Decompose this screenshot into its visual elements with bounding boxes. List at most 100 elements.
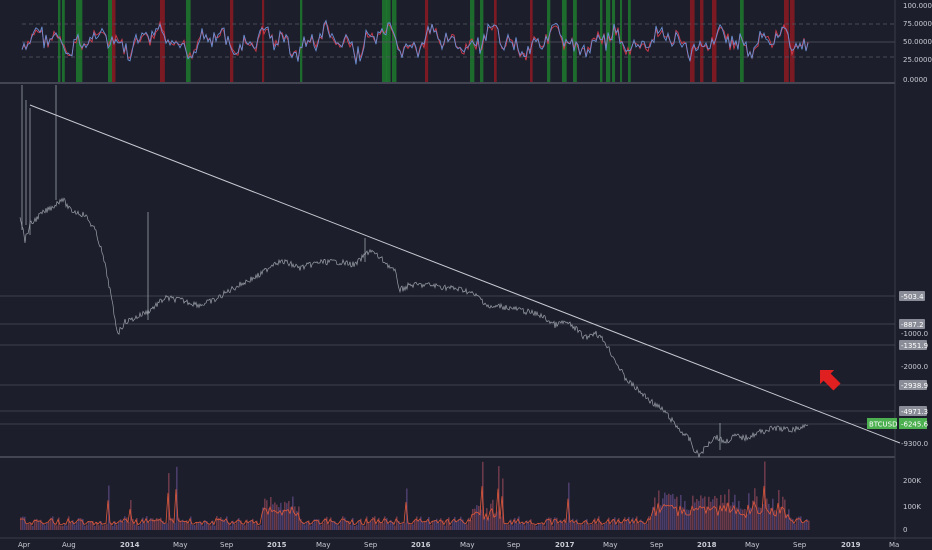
volume-bar bbox=[756, 496, 758, 530]
volume-bar bbox=[698, 500, 700, 530]
volume-bar bbox=[664, 492, 666, 530]
volume-bar bbox=[464, 523, 466, 530]
volume-bar bbox=[574, 522, 576, 530]
volume-bar bbox=[634, 523, 636, 530]
time-label-may-2017: May bbox=[603, 541, 617, 549]
volume-bar bbox=[70, 522, 72, 530]
volume-bar bbox=[84, 525, 86, 530]
volume-bar bbox=[306, 522, 308, 530]
volume-bar bbox=[234, 524, 236, 530]
volume-bar bbox=[724, 494, 726, 530]
volume-bar bbox=[350, 524, 352, 530]
volume-bar bbox=[236, 521, 238, 530]
volume-bar bbox=[558, 523, 560, 530]
volume-bar bbox=[138, 525, 140, 530]
volume-scale-0: 0 bbox=[903, 526, 907, 534]
oscillator-band bbox=[700, 0, 704, 82]
volume-bar bbox=[332, 521, 334, 530]
volume-bar bbox=[146, 516, 148, 530]
volume-bar bbox=[44, 525, 46, 530]
volume-bar bbox=[626, 519, 628, 530]
volume-bar bbox=[266, 500, 268, 530]
time-label-may-2014: May bbox=[173, 541, 187, 549]
volume-bar bbox=[394, 525, 396, 530]
volume-bar bbox=[758, 507, 760, 530]
volume-bar bbox=[540, 524, 542, 530]
volume-scale-100k: 100K bbox=[903, 503, 921, 511]
volume-bar bbox=[274, 502, 276, 530]
volume-bar bbox=[644, 523, 646, 530]
oscillator-band bbox=[573, 0, 577, 82]
volume-bar bbox=[74, 524, 76, 530]
volume-bar bbox=[646, 523, 648, 530]
time-label-2015: 2015 bbox=[267, 541, 287, 549]
volume-bar bbox=[384, 516, 386, 530]
volume-bar bbox=[166, 523, 168, 530]
volume-bar bbox=[358, 520, 360, 530]
volume-bar bbox=[286, 503, 288, 530]
volume-bar bbox=[192, 525, 194, 530]
volume-bar bbox=[570, 521, 572, 530]
volume-bar bbox=[224, 520, 226, 530]
volume-bar bbox=[684, 500, 686, 530]
volume-bar bbox=[714, 495, 716, 530]
volume-bar bbox=[696, 499, 698, 530]
oscillator-band bbox=[790, 0, 795, 82]
volume-bar bbox=[668, 493, 670, 530]
volume-bar bbox=[620, 522, 622, 530]
volume-bar bbox=[370, 521, 372, 530]
time-label-sep-2018: Sep bbox=[793, 541, 807, 549]
volume-bar bbox=[310, 525, 312, 530]
volume-bar bbox=[380, 522, 382, 530]
volume-bar bbox=[800, 516, 802, 530]
symbol-tag-name: BTCUSD bbox=[869, 421, 898, 429]
volume-bar bbox=[346, 520, 348, 530]
volume-bar bbox=[506, 524, 508, 530]
volume-bar bbox=[774, 510, 776, 530]
volume-bar bbox=[250, 520, 252, 530]
price-label-503: -503.4 bbox=[901, 293, 924, 301]
volume-bar bbox=[508, 524, 510, 530]
volume-bar bbox=[580, 524, 582, 530]
volume-bar bbox=[740, 508, 742, 530]
volume-bar bbox=[694, 502, 696, 530]
volume-bar bbox=[134, 524, 136, 530]
volume-bar bbox=[662, 498, 664, 530]
volume-bar bbox=[474, 508, 476, 530]
volume-bar bbox=[804, 521, 806, 530]
volume-bar bbox=[38, 520, 40, 530]
volume-bar bbox=[648, 516, 650, 530]
volume-bar bbox=[88, 521, 90, 530]
oscillator-band bbox=[612, 0, 616, 82]
volume-bar bbox=[760, 507, 762, 530]
volume-bar bbox=[322, 523, 324, 530]
osc-scale-25: 25.0000 bbox=[903, 56, 932, 64]
volume-bar bbox=[148, 522, 150, 530]
volume-bar bbox=[582, 524, 584, 530]
price-label-2000: -2000.0 bbox=[901, 363, 928, 371]
volume-bar bbox=[584, 520, 586, 530]
volume-bar bbox=[382, 523, 384, 530]
chart-screen: 100.0000 75.0000 50.0000 25.0000 0.0000 bbox=[0, 0, 932, 550]
volume-bar bbox=[188, 523, 190, 530]
volume-bar bbox=[692, 495, 694, 530]
volume-bar bbox=[414, 519, 416, 530]
volume-bar bbox=[438, 522, 440, 530]
volume-bar bbox=[354, 525, 356, 530]
oscillator-band bbox=[62, 0, 65, 82]
volume-bar bbox=[622, 523, 624, 530]
chart-canvas[interactable]: 100.0000 75.0000 50.0000 25.0000 0.0000 bbox=[0, 0, 932, 550]
volume-bar bbox=[410, 524, 412, 530]
volume-bar bbox=[536, 525, 538, 530]
price-label-9300: -9300.0 bbox=[901, 440, 928, 448]
volume-bar bbox=[566, 522, 568, 530]
volume-bar bbox=[202, 525, 204, 530]
price-label-1351: -1351.9 bbox=[901, 342, 928, 350]
volume-bar bbox=[340, 520, 342, 530]
volume-bar bbox=[794, 523, 796, 530]
volume-bar bbox=[666, 494, 668, 530]
volume-bar bbox=[292, 496, 294, 530]
oscillator-band bbox=[494, 0, 497, 82]
oscillator-band bbox=[386, 0, 391, 82]
volume-bar bbox=[408, 523, 410, 530]
